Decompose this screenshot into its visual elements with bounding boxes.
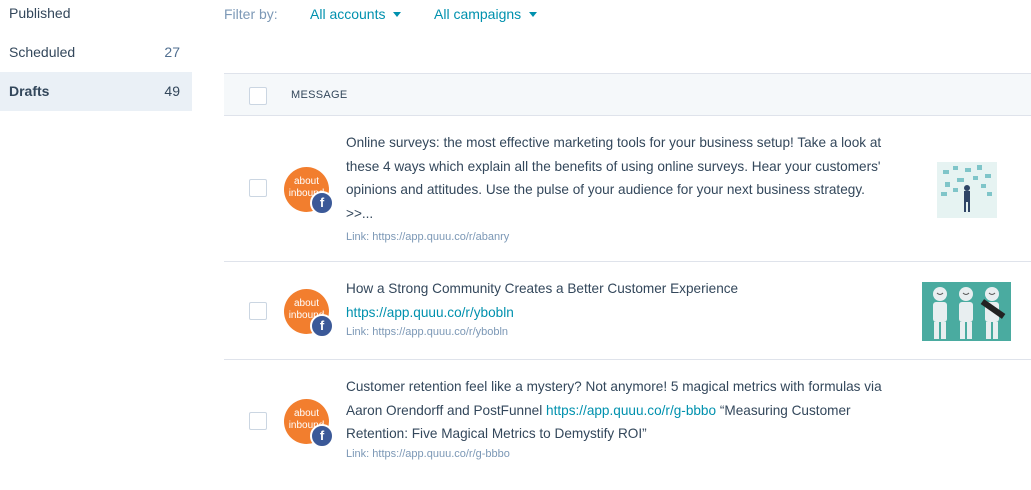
sidebar-item-scheduled[interactable]: Scheduled 27 [0, 33, 192, 72]
accounts-dropdown-label: All accounts [310, 6, 386, 22]
select-all-checkbox[interactable] [249, 87, 267, 105]
row-checkbox[interactable] [249, 412, 267, 430]
message-link: Link: https://app.quuu.co/r/g-bbbo [346, 447, 510, 460]
message-text: How a Strong Community Creates a Better … [346, 277, 891, 324]
message-link: Link: https://app.quuu.co/r/abanry [346, 231, 510, 243]
table-row: about inbound f Customer retention feel … [224, 360, 1031, 490]
post-thumbnail [922, 282, 1011, 341]
campaigns-dropdown[interactable]: All campaigns [434, 6, 538, 22]
sidebar-item-count: 49 [164, 83, 180, 99]
message-text: Customer retention feel like a mystery? … [346, 375, 891, 446]
sidebar-item-label: Published [9, 5, 71, 21]
campaigns-dropdown-label: All campaigns [434, 6, 522, 22]
facebook-icon: f [310, 191, 334, 215]
message-link: Link: https://app.quuu.co/r/ybobln [346, 326, 509, 338]
filter-label: Filter by: [224, 6, 278, 22]
sidebar-item-published[interactable]: Published [0, 0, 192, 33]
table-row: about inbound f How a Strong Community C… [224, 262, 1031, 360]
facebook-icon: f [310, 424, 334, 448]
table-row: about inbound f Online surveys: the most… [224, 116, 1031, 262]
sidebar-item-label: Drafts [9, 83, 50, 99]
row-checkbox[interactable] [249, 302, 267, 320]
message-cell: Customer retention feel like a mystery? … [346, 375, 891, 462]
post-thumbnail [937, 162, 997, 218]
accounts-dropdown[interactable]: All accounts [310, 6, 402, 22]
caret-down-icon [393, 11, 402, 17]
message-url-link[interactable]: https://app.quuu.co/r/ybobln [346, 305, 514, 320]
sidebar-item-drafts[interactable]: Drafts 49 [0, 72, 192, 111]
sidebar-item-count: 27 [164, 44, 180, 60]
facebook-icon: f [310, 314, 334, 338]
column-header-message: MESSAGE [291, 89, 348, 101]
sidebar-item-label: Scheduled [9, 44, 76, 60]
row-checkbox[interactable] [249, 179, 267, 197]
message-url-link[interactable]: https://app.quuu.co/r/g-bbbo [546, 403, 716, 418]
message-text: Online surveys: the most effective marke… [346, 135, 882, 221]
message-cell: How a Strong Community Creates a Better … [346, 277, 891, 340]
caret-down-icon [529, 11, 538, 17]
message-title: How a Strong Community Creates a Better … [346, 281, 739, 296]
message-cell: Online surveys: the most effective marke… [346, 131, 891, 245]
table-header: MESSAGE [224, 73, 1031, 116]
